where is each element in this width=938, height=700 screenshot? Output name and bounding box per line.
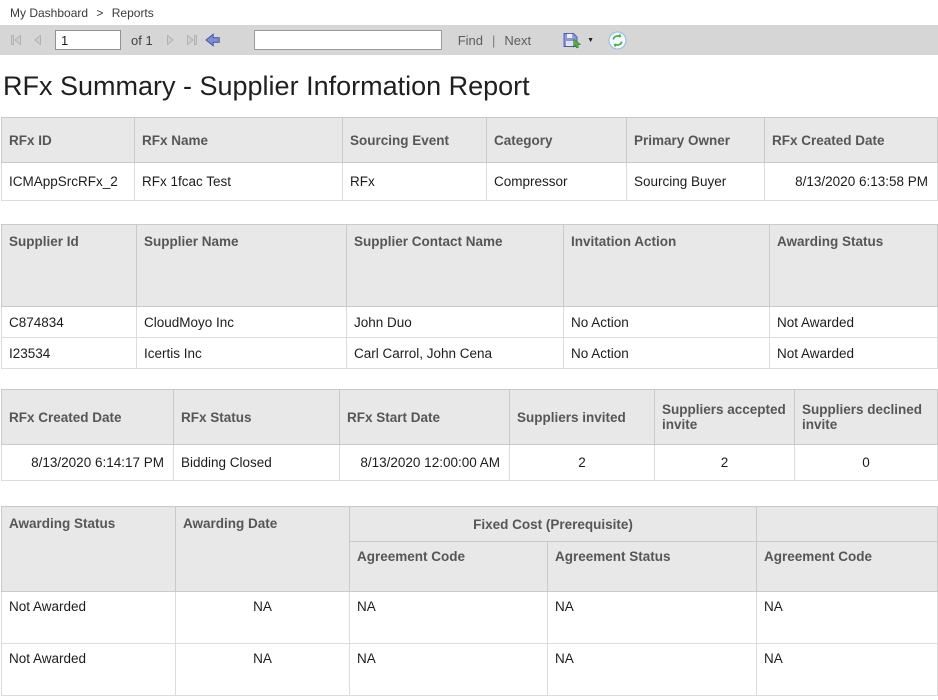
previous-page-button[interactable] [29,30,45,50]
column-header: Agreement Code [350,542,548,592]
column-header: Awarding Status [2,507,176,592]
table-cell: No Action [564,307,770,338]
find-next-divider: | [492,33,495,48]
column-header: Sourcing Event [343,118,487,163]
next-page-button[interactable] [163,30,179,50]
breadcrumb: My Dashboard > Reports [0,0,938,25]
column-header: RFx Name [135,118,343,163]
table-cell: 8/13/2020 12:00:00 AM [340,445,510,481]
table-row: 8/13/2020 6:14:17 PM Bidding Closed 8/13… [2,445,938,481]
table-cell: 8/13/2020 6:14:17 PM [2,445,174,481]
last-page-icon [184,32,200,48]
breadcrumb-item-reports[interactable]: Reports [112,6,154,20]
table-cell: Sourcing Buyer [627,163,765,201]
table-cell: NA [757,592,938,644]
table-cell: 8/13/2020 6:13:58 PM [765,163,938,201]
column-header: Suppliers accepted invite [655,390,795,445]
column-header: RFx ID [2,118,135,163]
column-header: RFx Created Date [2,390,174,445]
header-group-row: Awarding Status Awarding Date Fixed Cost… [2,507,938,542]
header-row: Supplier Id Supplier Name Supplier Conta… [2,225,938,307]
column-header: Supplier Id [2,225,137,307]
header-row: RFx ID RFx Name Sourcing Event Category … [2,118,938,163]
table-cell: C874834 [2,307,137,338]
column-header: RFx Created Date [765,118,938,163]
table-cell: NA [548,644,757,696]
table-cell: I23534 [2,338,137,369]
column-header: Agreement Code [757,542,938,592]
find-button[interactable]: Find [458,33,483,48]
table-row: C874834 CloudMoyo Inc John Duo No Action… [2,307,938,338]
breadcrumb-item-my-dashboard[interactable]: My Dashboard [10,6,88,20]
table-row: Not Awarded NA NA NA NA [2,644,938,696]
refresh-button[interactable] [608,31,627,50]
group-header-empty [757,507,938,542]
next-page-icon [163,32,179,48]
table-cell: Not Awarded [770,338,938,369]
header-row: RFx Created Date RFx Status RFx Start Da… [2,390,938,445]
breadcrumb-separator: > [96,6,103,20]
save-export-icon [563,32,583,49]
column-header: RFx Status [174,390,340,445]
table-cell: NA [176,592,350,644]
column-header: Supplier Contact Name [347,225,564,307]
table-cell: 0 [795,445,938,481]
first-page-button[interactable] [8,30,24,50]
find-next-button[interactable]: Next [504,33,531,48]
suppliers-table: Supplier Id Supplier Name Supplier Conta… [1,224,938,369]
table-cell: 2 [655,445,795,481]
table-cell: ICMAppSrcRFx_2 [2,163,135,201]
table-cell: NA [176,644,350,696]
report-viewer-page: My Dashboard > Reports of 1 [0,0,938,696]
report-toolbar: of 1 Find | Next [0,25,938,55]
column-header: Awarding Date [176,507,350,592]
rfx-status-table: RFx Created Date RFx Status RFx Start Da… [1,389,938,481]
table-cell: NA [757,644,938,696]
table-cell: CloudMoyo Inc [137,307,347,338]
table-cell: NA [548,592,757,644]
rfx-info-table: RFx ID RFx Name Sourcing Event Category … [1,117,938,201]
column-header: Invitation Action [564,225,770,307]
awarding-table: Awarding Status Awarding Date Fixed Cost… [1,506,938,696]
column-header: Suppliers invited [510,390,655,445]
export-dropdown-caret-icon[interactable]: ▼ [587,37,594,44]
table-row: Not Awarded NA NA NA NA [2,592,938,644]
column-header: Awarding Status [770,225,938,307]
find-text-input[interactable] [254,30,442,50]
table-cell: No Action [564,338,770,369]
table-cell: Not Awarded [770,307,938,338]
table-cell: Bidding Closed [174,445,340,481]
table-cell: NA [350,592,548,644]
table-cell: 2 [510,445,655,481]
table-cell: Compressor [487,163,627,201]
table-row: ICMAppSrcRFx_2 RFx 1fcac Test RFx Compre… [2,163,938,201]
table-cell: Icertis Inc [137,338,347,369]
column-header: Agreement Status [548,542,757,592]
column-header: Primary Owner [627,118,765,163]
back-to-parent-button[interactable] [205,30,220,50]
column-header: Supplier Name [137,225,347,307]
page-number-input[interactable] [55,30,121,50]
table-cell: RFx [343,163,487,201]
table-cell: Not Awarded [2,644,176,696]
table-row: I23534 Icertis Inc Carl Carrol, John Cen… [2,338,938,369]
table-cell: Not Awarded [2,592,176,644]
last-page-button[interactable] [184,30,200,50]
table-cell: RFx 1fcac Test [135,163,343,201]
first-page-icon [8,32,24,48]
refresh-icon [608,31,627,50]
group-header-fixed-cost: Fixed Cost (Prerequisite) [350,507,757,542]
column-header: Suppliers declined invite [795,390,938,445]
table-cell: NA [350,644,548,696]
previous-page-icon [29,32,45,48]
column-header: RFx Start Date [340,390,510,445]
export-button[interactable]: ▼ [563,32,594,49]
table-cell: John Duo [347,307,564,338]
back-arrow-icon [205,33,220,47]
page-count-label: of 1 [131,33,153,48]
column-header: Category [487,118,627,163]
report-title: RFx Summary - Supplier Information Repor… [3,71,938,102]
table-cell: Carl Carrol, John Cena [347,338,564,369]
